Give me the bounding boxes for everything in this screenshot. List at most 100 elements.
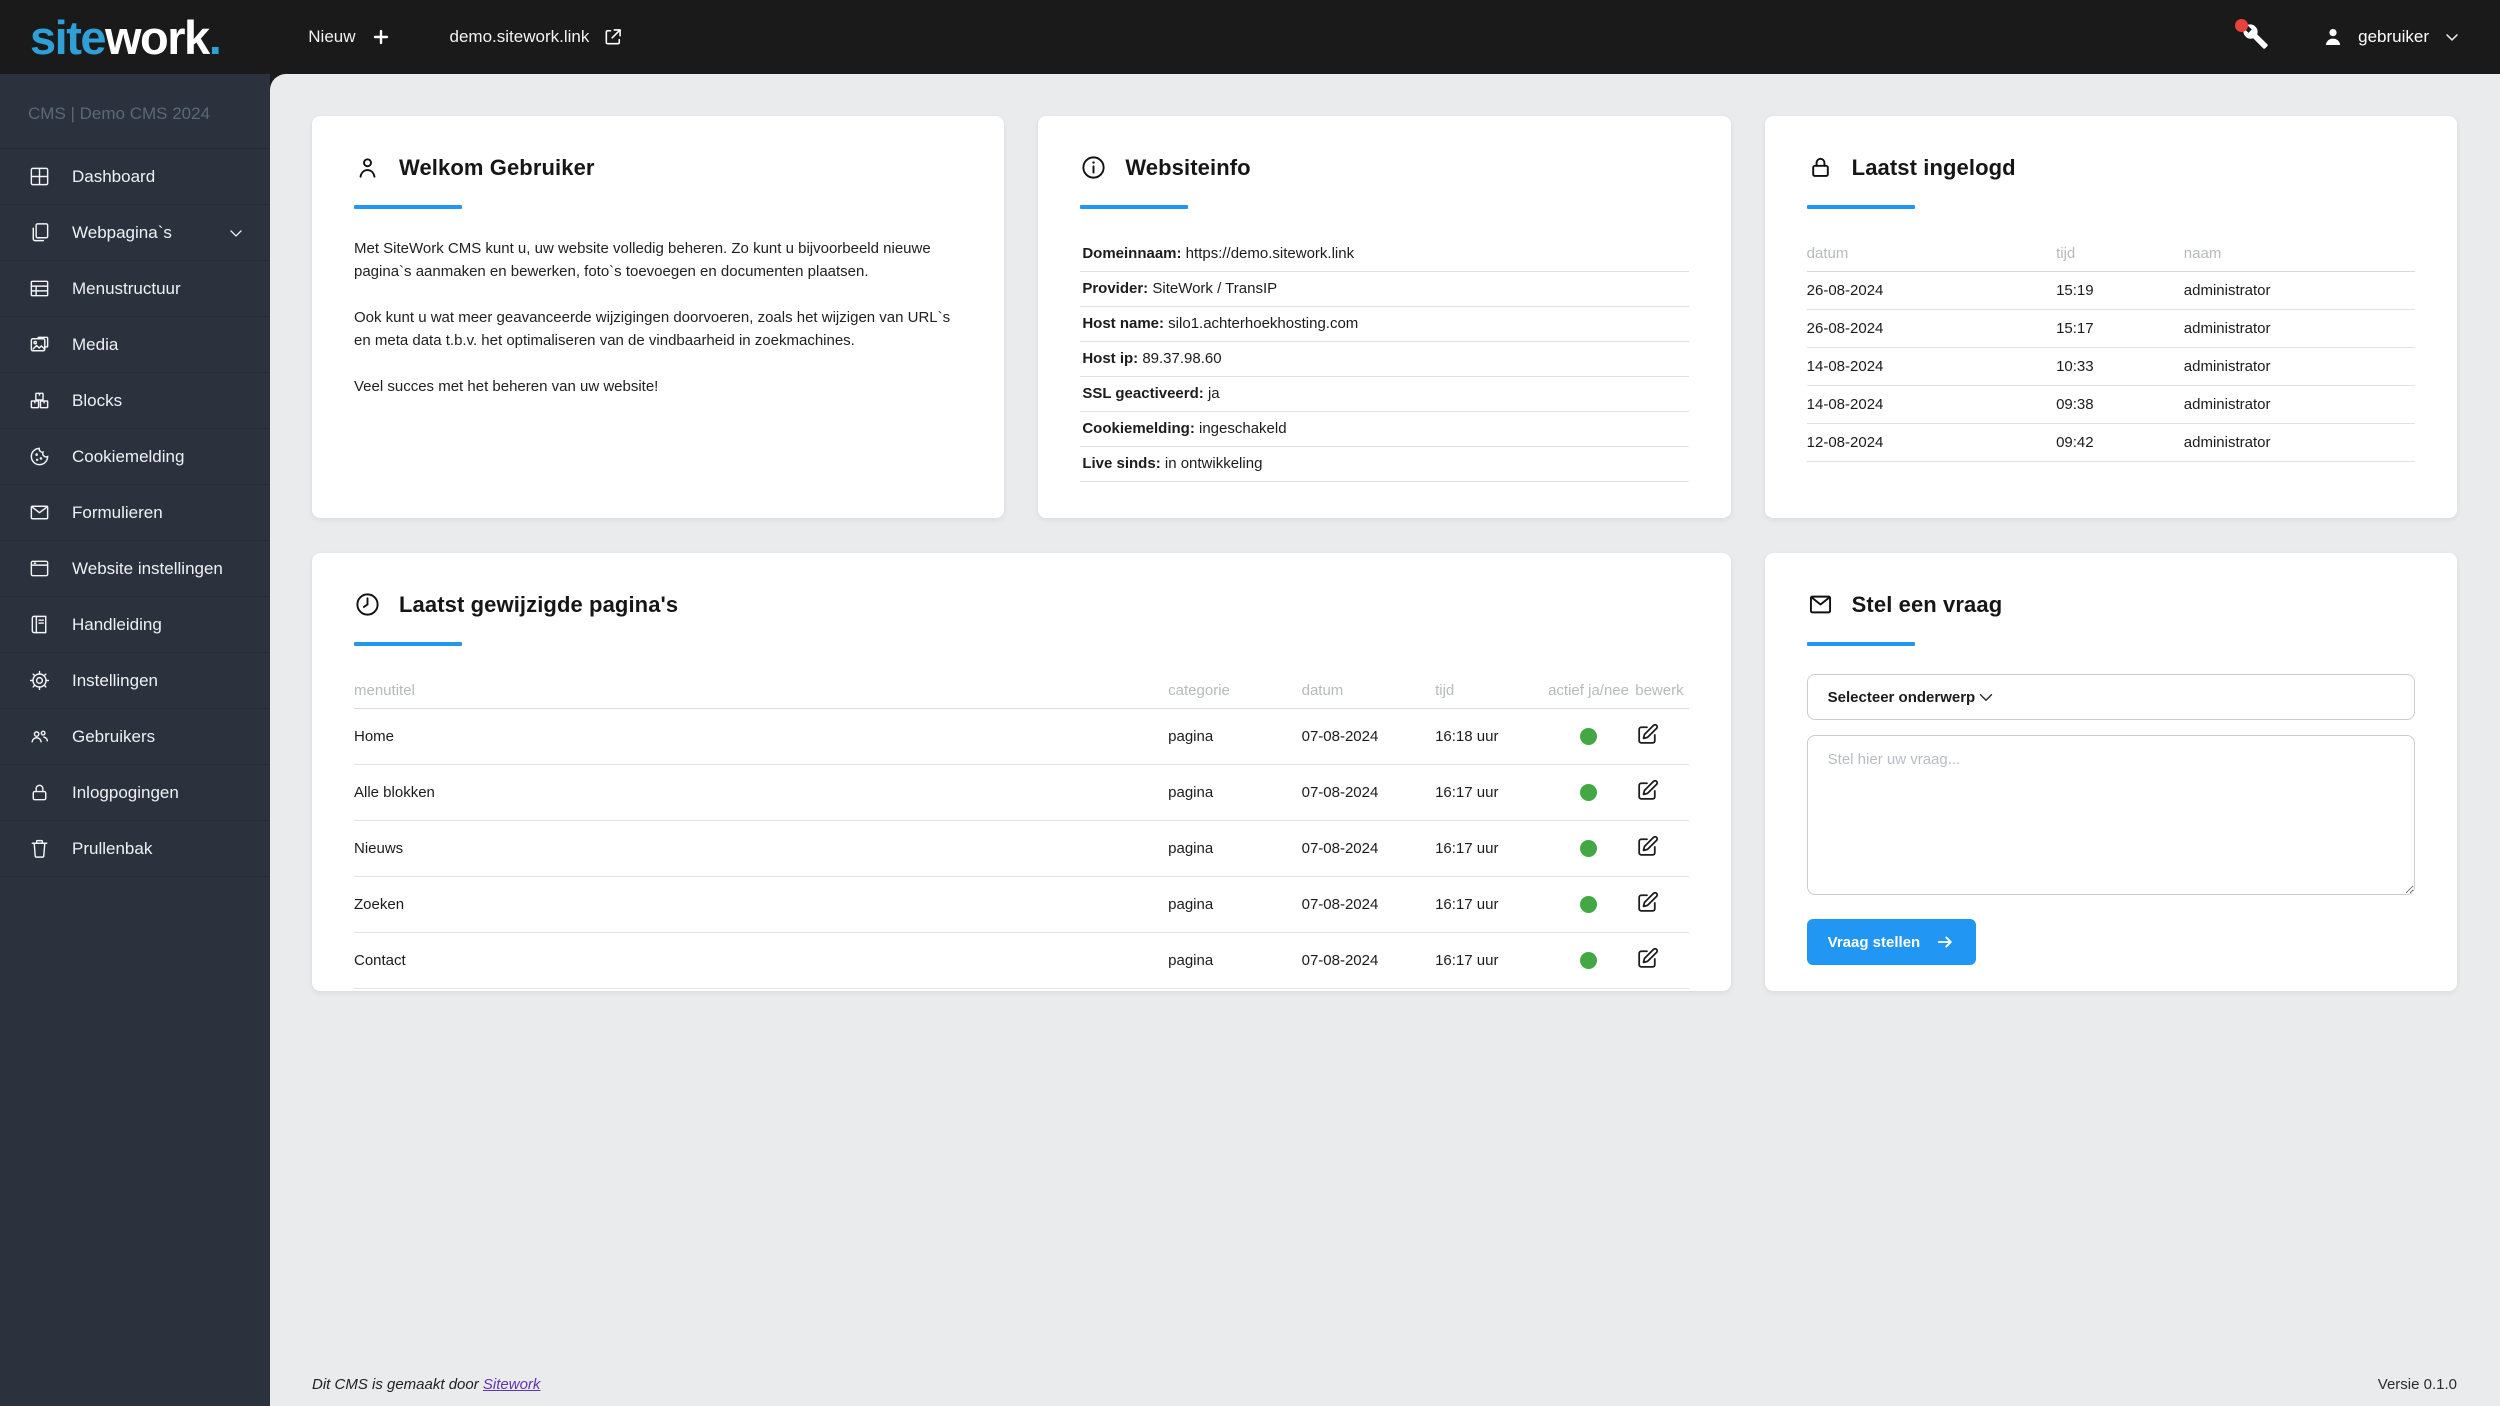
edit-page-button[interactable] bbox=[1635, 834, 1660, 859]
last-login-card: Laatst ingelogd datum tijd naam 26-08-20… bbox=[1764, 116, 2457, 518]
footer-credit: Dit CMS is gemaakt door Sitework bbox=[312, 1376, 540, 1393]
footer: Dit CMS is gemaakt door Sitework Versie … bbox=[312, 1376, 2457, 1393]
edit-page-button[interactable] bbox=[1635, 890, 1660, 915]
info-row: Domeinnaam: https://demo.sitework.link bbox=[1080, 237, 1689, 272]
subject-select-value: Selecteer onderwerp bbox=[1827, 688, 1976, 706]
submit-question-button[interactable]: Vraag stellen bbox=[1806, 919, 1977, 965]
table-row: Home pagina 07-08-2024 16:18 uur bbox=[354, 708, 1689, 765]
sidebar-item-blocks[interactable]: Blocks bbox=[0, 373, 270, 429]
site-link-label: demo.sitework.link bbox=[449, 27, 590, 46]
info-label: Cookiemelding: bbox=[1082, 420, 1195, 437]
active-status-dot bbox=[1580, 952, 1598, 970]
cell-datum: 07-08-2024 bbox=[1301, 820, 1436, 877]
active-status-dot bbox=[1580, 896, 1598, 914]
sidebar-item-menustructuur[interactable]: Menustructuur bbox=[0, 261, 270, 317]
lock-icon bbox=[28, 781, 51, 804]
site-link[interactable]: demo.sitework.link bbox=[450, 27, 624, 47]
maintenance-button[interactable] bbox=[2235, 19, 2269, 51]
accent-underline bbox=[1806, 642, 1915, 646]
info-label: Domeinnaam: bbox=[1082, 245, 1182, 262]
sidebar-item-webpaginas[interactable]: Webpagina`s bbox=[0, 205, 270, 261]
new-button[interactable]: Nieuw bbox=[308, 26, 391, 48]
cell-tijd: 10:33 bbox=[2056, 347, 2184, 386]
sidebar-item-media[interactable]: Media bbox=[0, 317, 270, 373]
pages-icon bbox=[28, 221, 51, 244]
table-row: 14-08-2024 10:33 administrator bbox=[1806, 347, 2415, 386]
info-row: Host ip: 89.37.98.60 bbox=[1080, 342, 1689, 377]
users-icon bbox=[28, 725, 51, 748]
edit-page-button[interactable] bbox=[1635, 722, 1660, 747]
sidebar-item-gebruikers[interactable]: Gebruikers bbox=[0, 709, 270, 765]
info-row: Live sinds: in ontwikkeling bbox=[1080, 447, 1689, 482]
card-title: Welkom Gebruiker bbox=[399, 154, 595, 180]
info-row: SSL geactiveerd: ja bbox=[1080, 377, 1689, 412]
sidebar: CMS | Demo CMS 2024 Dashboard Webpagina`… bbox=[0, 74, 270, 1406]
sidebar-item-formulieren[interactable]: Formulieren bbox=[0, 485, 270, 541]
sidebar-item-dashboard[interactable]: Dashboard bbox=[0, 149, 270, 205]
column-header-tijd: tijd bbox=[2056, 237, 2184, 272]
cell-datum: 07-08-2024 bbox=[1301, 876, 1436, 933]
subject-select[interactable]: Selecteer onderwerp bbox=[1806, 674, 2415, 720]
user-outline-icon bbox=[354, 154, 381, 181]
sidebar-item-cookiemelding[interactable]: Cookiemelding bbox=[0, 429, 270, 485]
info-icon bbox=[1080, 154, 1107, 181]
cell-datum: 07-08-2024 bbox=[1301, 708, 1436, 765]
cell-tijd: 09:42 bbox=[2056, 423, 2184, 462]
info-row: Cookiemelding: ingeschakeld bbox=[1080, 412, 1689, 447]
edit-page-button[interactable] bbox=[1635, 778, 1660, 803]
accent-underline bbox=[1080, 205, 1189, 209]
info-label: Host name: bbox=[1082, 315, 1165, 332]
sidebar-item-handleiding[interactable]: Handleiding bbox=[0, 597, 270, 653]
envelope-icon bbox=[1807, 591, 1834, 618]
accent-underline bbox=[354, 642, 462, 646]
chevron-down-icon bbox=[2442, 27, 2462, 47]
sitework-logo[interactable]: sitework. bbox=[30, 10, 222, 64]
cell-categorie: pagina bbox=[1168, 708, 1302, 765]
trash-icon bbox=[28, 837, 51, 860]
sidebar-item-label: Inlogpogingen bbox=[72, 782, 179, 802]
lock-icon bbox=[1807, 154, 1834, 181]
card-title: Laatst ingelogd bbox=[1851, 154, 2016, 180]
active-status-dot bbox=[1580, 840, 1598, 858]
edit-icon bbox=[1635, 778, 1660, 803]
sitework-link[interactable]: Sitework bbox=[483, 1376, 541, 1393]
welcome-paragraph: Veel succes met het beheren van uw websi… bbox=[354, 378, 659, 395]
cell-naam: administrator bbox=[2183, 271, 2415, 310]
chevron-down-icon bbox=[1975, 686, 1997, 708]
cell-naam: administrator bbox=[2183, 309, 2415, 348]
table-row: 26-08-2024 15:19 administrator bbox=[1806, 271, 2415, 310]
column-header-datum: datum bbox=[1301, 674, 1436, 709]
sidebar-item-label: Cookiemelding bbox=[72, 446, 185, 466]
cell-tijd: 16:17 uur bbox=[1435, 764, 1542, 821]
cell-datum: 12-08-2024 bbox=[1806, 423, 2057, 462]
sidebar-item-prullenbak[interactable]: Prullenbak bbox=[0, 821, 270, 877]
sidebar-item-instellingen[interactable]: Instellingen bbox=[0, 653, 270, 709]
logo-text-dot: . bbox=[208, 10, 222, 64]
cell-categorie: pagina bbox=[1168, 820, 1302, 877]
edit-page-button[interactable] bbox=[1635, 946, 1660, 971]
user-menu[interactable]: gebruiker bbox=[2321, 25, 2462, 49]
cell-menutitel: Contact bbox=[354, 932, 1169, 989]
browser-icon bbox=[28, 557, 51, 580]
column-header-tijd: tijd bbox=[1435, 674, 1542, 709]
last-login-table: datum tijd naam 26-08-2024 15:19 administr… bbox=[1806, 237, 2415, 462]
plus-icon bbox=[370, 26, 392, 48]
info-value: ja bbox=[1203, 385, 1220, 402]
logo-text-site: site bbox=[30, 10, 107, 64]
cell-tijd: 16:17 uur bbox=[1435, 876, 1542, 933]
table-row: Zoeken pagina 07-08-2024 16:17 uur bbox=[354, 876, 1689, 933]
sidebar-item-website-instellingen[interactable]: Website instellingen bbox=[0, 541, 270, 597]
question-textarea[interactable] bbox=[1806, 735, 2415, 895]
sidebar-item-label: Dashboard bbox=[72, 166, 156, 186]
submit-question-label: Vraag stellen bbox=[1827, 933, 1921, 951]
cell-tijd: 15:17 bbox=[2056, 309, 2184, 348]
sidebar-item-inlogpogingen[interactable]: Inlogpogingen bbox=[0, 765, 270, 821]
cell-tijd: 16:18 uur bbox=[1435, 708, 1542, 765]
column-header-categorie: categorie bbox=[1168, 674, 1302, 709]
active-status-dot bbox=[1580, 784, 1598, 802]
cell-menutitel: Alle blokken bbox=[354, 764, 1169, 821]
new-button-label: Nieuw bbox=[308, 27, 356, 46]
arrow-right-icon bbox=[1935, 932, 1955, 952]
sidebar-item-label: Menustructuur bbox=[72, 278, 181, 298]
sidebar-item-label: Blocks bbox=[72, 390, 123, 410]
